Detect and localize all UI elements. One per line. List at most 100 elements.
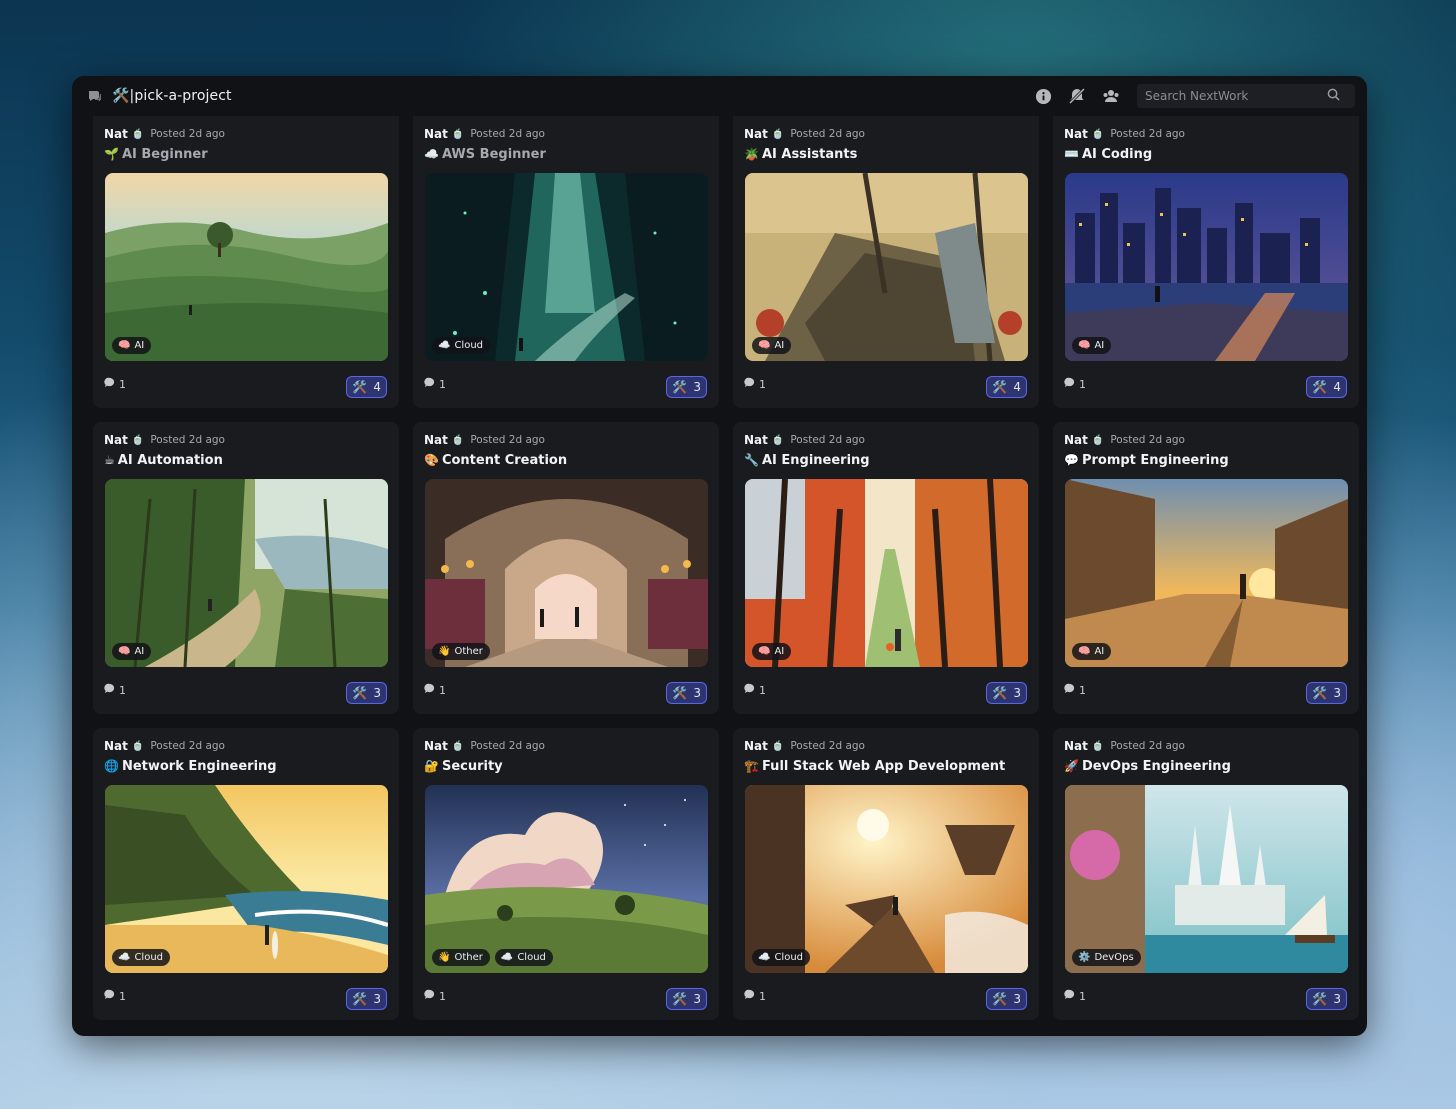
title-emoji-icon: ☕ bbox=[104, 453, 115, 467]
post-tags: ☁️ Cloud bbox=[432, 337, 491, 354]
post-card[interactable]: Nat 🍵 Posted 2d ago ☁️ AWS Beginner ☁️ Cl… bbox=[413, 116, 719, 408]
post-thumbnail[interactable]: 🧠 AI bbox=[1065, 173, 1348, 361]
post-thumbnail[interactable]: 🧠 AI bbox=[105, 173, 388, 361]
reaction-button[interactable]: 🛠️ 3 bbox=[1306, 988, 1347, 1010]
reaction-button[interactable]: 🛠️ 3 bbox=[986, 682, 1027, 704]
tag-label: Cloud bbox=[517, 952, 546, 963]
message-bubble-icon bbox=[744, 989, 755, 1003]
author-name[interactable]: Nat bbox=[104, 433, 128, 447]
tag-chip: ☁️ Cloud bbox=[432, 337, 491, 354]
author-name[interactable]: Nat bbox=[744, 739, 768, 753]
search-icon[interactable] bbox=[1327, 88, 1340, 104]
hammer-wrench-icon: 🛠️ bbox=[352, 380, 368, 394]
author-name[interactable]: Nat bbox=[1064, 433, 1088, 447]
author-name[interactable]: Nat bbox=[104, 739, 128, 753]
author-name[interactable]: Nat bbox=[1064, 739, 1088, 753]
reply-count-value: 1 bbox=[119, 683, 126, 697]
author-name[interactable]: Nat bbox=[744, 127, 768, 141]
post-title[interactable]: 🚀 DevOps Engineering bbox=[1064, 759, 1231, 774]
post-card[interactable]: Nat 🍵 Posted 2d ago ⌨️AI Coding 🧠 AI 1 bbox=[1053, 116, 1359, 408]
members-icon[interactable] bbox=[1099, 84, 1123, 108]
reply-count: 1 bbox=[104, 989, 126, 1003]
post-title[interactable]: 🔐 Security bbox=[424, 759, 503, 774]
post-card[interactable]: Nat 🍵 Posted 2d ago 🚀 DevOps Engineering … bbox=[1053, 728, 1359, 1020]
post-title[interactable]: ☁️ AWS Beginner bbox=[424, 147, 546, 162]
author-name[interactable]: Nat bbox=[424, 433, 448, 447]
post-card[interactable]: Nat 🍵 Posted 2d ago 💬 Prompt Engineering … bbox=[1053, 422, 1359, 714]
reaction-button[interactable]: 🛠️ 3 bbox=[666, 682, 707, 704]
post-title[interactable]: 💬 Prompt Engineering bbox=[1064, 453, 1229, 468]
reaction-button[interactable]: 🛠️ 3 bbox=[346, 682, 387, 704]
post-thumbnail[interactable]: 👋 Other ☁️ Cloud bbox=[425, 785, 708, 973]
reaction-button[interactable]: 🛠️ 4 bbox=[986, 376, 1027, 398]
post-title[interactable]: 🔧 AI Engineering bbox=[744, 453, 870, 468]
tag-label: Other bbox=[454, 952, 483, 963]
post-title[interactable]: 🎨 Content Creation bbox=[424, 453, 567, 468]
reply-count: 1 bbox=[104, 377, 126, 391]
author-badge-icon: 🍵 bbox=[1091, 434, 1105, 446]
post-card[interactable]: Nat 🍵 Posted 2d ago 🌐 Network Engineering… bbox=[93, 728, 399, 1020]
reaction-button[interactable]: 🛠️ 4 bbox=[1306, 376, 1347, 398]
title-emoji-icon: 🌐 bbox=[104, 759, 119, 773]
post-title-text: AI Assistants bbox=[761, 147, 858, 162]
post-thumbnail[interactable]: ☁️ Cloud bbox=[105, 785, 388, 973]
search-input[interactable] bbox=[1143, 88, 1327, 104]
info-icon[interactable] bbox=[1031, 84, 1055, 108]
author-name[interactable]: Nat bbox=[1064, 127, 1088, 141]
post-thumbnail[interactable]: 🧠 AI bbox=[745, 479, 1028, 667]
reaction-button[interactable]: 🛠️ 3 bbox=[346, 988, 387, 1010]
reaction-button[interactable]: 🛠️ 3 bbox=[986, 988, 1027, 1010]
tag-chip: ☁️ Cloud bbox=[494, 949, 553, 966]
author-name[interactable]: Nat bbox=[744, 433, 768, 447]
post-thumbnail[interactable]: ☁️ Cloud bbox=[425, 173, 708, 361]
reply-count-value: 1 bbox=[1079, 683, 1086, 697]
reaction-button[interactable]: 🛠️ 3 bbox=[666, 376, 707, 398]
post-title[interactable]: 🏗️ Full Stack Web App Development bbox=[744, 759, 1005, 774]
post-title[interactable]: ⌨️ AI Coding bbox=[1064, 147, 1152, 162]
post-title[interactable]: 🌐 Network Engineering bbox=[104, 759, 277, 774]
post-title[interactable]: ☕ AI Automation bbox=[104, 453, 223, 468]
post-thumbnail[interactable]: 🧠 AI bbox=[105, 479, 388, 667]
reaction-button[interactable]: 🛠️ 3 bbox=[1306, 682, 1347, 704]
post-thumbnail[interactable]: ☁️ Cloud bbox=[745, 785, 1028, 973]
reaction-button[interactable]: 🛠️ 3 bbox=[666, 988, 707, 1010]
author-badge-icon: 🍵 bbox=[771, 128, 785, 140]
post-thumbnail[interactable]: ⚙️ DevOps bbox=[1065, 785, 1348, 973]
post-meta: Nat 🍵 Posted 2d ago bbox=[1064, 127, 1185, 141]
post-card[interactable]: Nat 🍵 Posted 2d ago 🏗️ Full Stack Web App… bbox=[733, 728, 1039, 1020]
jungle-illustration bbox=[105, 479, 388, 667]
post-card[interactable]: Nat 🍵 Posted 2d ago 🔐 Security 👋 Other ☁️… bbox=[413, 728, 719, 1020]
post-thumbnail[interactable]: 🧠 AI bbox=[745, 173, 1028, 361]
post-tags: 🧠 AI bbox=[752, 337, 792, 354]
message-bubble-icon bbox=[424, 377, 435, 391]
post-timestamp: Posted 2d ago bbox=[790, 128, 865, 140]
author-name[interactable]: Nat bbox=[424, 127, 448, 141]
tag-label: AI bbox=[1094, 340, 1105, 351]
post-title-text: AI Coding bbox=[1081, 147, 1153, 162]
post-title[interactable]: 🌱 AI Beginner bbox=[104, 147, 208, 162]
reaction-count: 4 bbox=[1333, 380, 1341, 394]
reply-count-value: 1 bbox=[439, 989, 446, 1003]
search-box[interactable] bbox=[1137, 84, 1355, 108]
title-emoji-icon: 🏗️ bbox=[744, 759, 759, 773]
reaction-button[interactable]: 🛠️ 4 bbox=[346, 376, 387, 398]
post-thumbnail[interactable]: 🧠 AI bbox=[1065, 479, 1348, 667]
notifications-off-icon[interactable] bbox=[1065, 84, 1089, 108]
post-card[interactable]: Nat 🍵 Posted 2d ago 🌱AI Beginner 🧠 AI 1 bbox=[93, 116, 399, 408]
post-card[interactable]: Nat 🍵 Posted 2d ago 🎨 Content Creation 👋 … bbox=[413, 422, 719, 714]
post-title[interactable]: 🪴 AI Assistants bbox=[744, 147, 857, 162]
post-card[interactable]: Nat 🍵 Posted 2d ago ☕ AI Automation 🧠 AI … bbox=[93, 422, 399, 714]
tag-icon: 🧠 bbox=[1078, 646, 1091, 657]
author-name[interactable]: Nat bbox=[424, 739, 448, 753]
hammer-wrench-icon: 🛠️ bbox=[352, 686, 368, 700]
reaction-count: 4 bbox=[1013, 380, 1021, 394]
author-name[interactable]: Nat bbox=[104, 127, 128, 141]
post-thumbnail[interactable]: 👋 Other bbox=[425, 479, 708, 667]
reply-count-value: 1 bbox=[759, 989, 766, 1003]
title-emoji-icon: 🪴 bbox=[744, 147, 759, 161]
post-card[interactable]: Nat 🍵 Posted 2d ago 🪴 AI Assistants 🧠 AI … bbox=[733, 116, 1039, 408]
tag-chip: 🧠 AI bbox=[752, 337, 792, 354]
post-card[interactable]: Nat 🍵 Posted 2d ago 🔧 AI Engineering 🧠 AI… bbox=[733, 422, 1039, 714]
message-bubble-icon bbox=[424, 989, 435, 1003]
reply-count: 1 bbox=[424, 989, 446, 1003]
